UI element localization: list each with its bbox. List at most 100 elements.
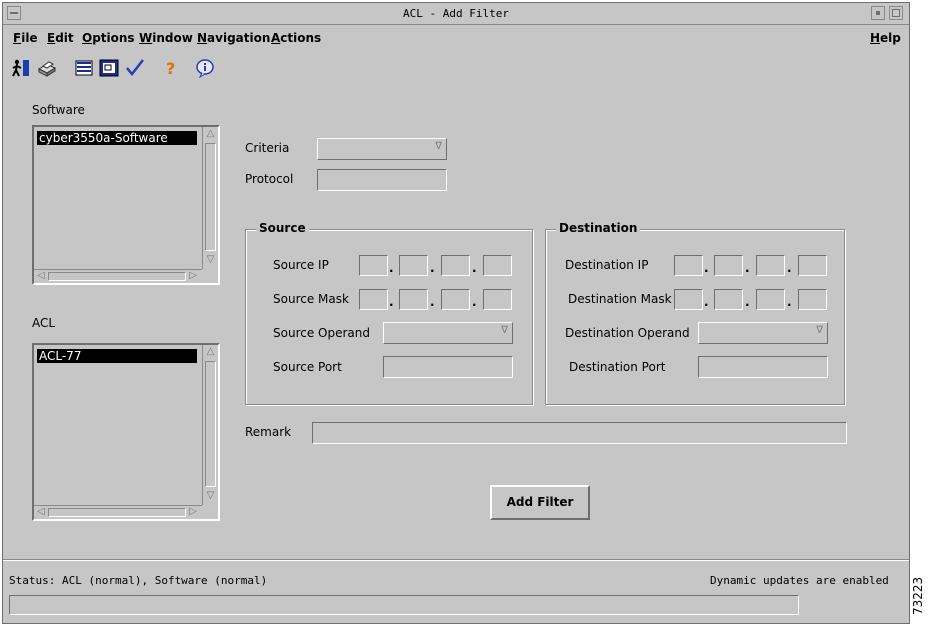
maximize-button[interactable]: [889, 6, 903, 20]
minimize-icon: [876, 11, 880, 15]
menu-edit-mnemonic: E: [47, 31, 56, 45]
list-tool-button[interactable]: [73, 57, 95, 79]
scroll-left-icon[interactable]: ◁: [34, 269, 48, 283]
menu-navigation[interactable]: Navigation: [197, 31, 270, 45]
source-ip-octet-4[interactable]: [483, 255, 512, 276]
ip-dot: .: [745, 295, 750, 309]
source-ip-octet-3[interactable]: [441, 255, 470, 276]
menu-file[interactable]: File: [13, 31, 38, 45]
acl-horizontal-scrollbar[interactable]: ◁ ▷: [34, 505, 202, 519]
menu-file-label: ile: [21, 31, 38, 45]
chevron-down-icon: ∇: [435, 141, 442, 152]
title-bar[interactable]: ACL - Add Filter: [3, 3, 909, 25]
menu-actions-label: ctions: [280, 31, 322, 45]
add-filter-button[interactable]: Add Filter: [490, 485, 590, 520]
menu-edit[interactable]: Edit: [47, 31, 74, 45]
ip-dot: .: [787, 261, 792, 275]
software-list[interactable]: cyber3550a-Software △ ▽ ◁ ▷: [32, 125, 220, 285]
help-tool-button[interactable]: ?: [160, 57, 182, 79]
acl-vertical-scrollbar[interactable]: △ ▽: [202, 345, 218, 505]
ip-dot: .: [389, 261, 394, 275]
list-icon: [75, 60, 93, 76]
scroll-thumb[interactable]: [205, 361, 216, 487]
criteria-dropdown[interactable]: ∇: [317, 138, 447, 160]
scroll-thumb[interactable]: [48, 272, 186, 281]
criteria-label: Criteria: [245, 141, 290, 155]
monitor-tool-button[interactable]: [98, 57, 120, 79]
scroll-up-icon[interactable]: △: [203, 345, 218, 359]
destination-operand-label: Destination Operand: [565, 326, 690, 340]
protocol-label: Protocol: [245, 172, 294, 186]
ip-dot: .: [745, 261, 750, 275]
source-mask-octet-4[interactable]: [483, 289, 512, 310]
acl-list[interactable]: ACL-77 △ ▽ ◁ ▷: [32, 343, 220, 521]
minimize-button[interactable]: [871, 6, 885, 20]
ip-dot: .: [430, 295, 435, 309]
scroll-right-icon[interactable]: ▷: [186, 505, 200, 519]
checkmark-icon: [126, 59, 144, 76]
destination-ip-octet-3[interactable]: [756, 255, 785, 276]
destination-mask-label: Destination Mask: [568, 292, 672, 306]
info-icon: [196, 59, 214, 79]
scroll-thumb[interactable]: [48, 508, 186, 517]
software-horizontal-scrollbar[interactable]: ◁ ▷: [34, 269, 202, 283]
destination-mask-octet-2[interactable]: [714, 289, 743, 310]
list-item[interactable]: ACL-77: [37, 349, 197, 363]
destination-mask-octet-1[interactable]: [674, 289, 703, 310]
svg-text:?: ?: [166, 59, 175, 78]
software-vertical-scrollbar[interactable]: △ ▽: [202, 127, 218, 269]
remark-label: Remark: [245, 425, 292, 439]
source-group-title: Source: [256, 221, 309, 235]
menu-navigation-mnemonic: N: [197, 31, 208, 45]
menu-actions-mnemonic: A: [271, 31, 281, 45]
window-title: ACL - Add Filter: [403, 7, 509, 20]
dynamic-updates-text: Dynamic updates are enabled: [710, 574, 889, 587]
destination-port-label: Destination Port: [569, 360, 666, 374]
scroll-up-icon[interactable]: △: [203, 127, 218, 141]
source-mask-octet-2[interactable]: [399, 289, 428, 310]
destination-ip-octet-2[interactable]: [714, 255, 743, 276]
source-mask-label: Source Mask: [273, 292, 349, 306]
info-tool-button[interactable]: [194, 57, 216, 79]
destination-ip-label: Destination IP: [565, 258, 649, 272]
scroll-left-icon[interactable]: ◁: [34, 505, 48, 519]
help-icon: ?: [166, 59, 175, 78]
source-mask-octet-3[interactable]: [441, 289, 470, 310]
source-port-field[interactable]: [383, 356, 513, 378]
destination-operand-dropdown[interactable]: ∇: [698, 322, 828, 344]
status-separator: [3, 559, 909, 561]
menu-options[interactable]: Options: [82, 31, 135, 45]
destination-mask-octet-4[interactable]: [798, 289, 827, 310]
exit-tool-button[interactable]: [10, 57, 32, 79]
list-item[interactable]: cyber3550a-Software: [37, 131, 197, 145]
protocol-field[interactable]: [317, 169, 447, 191]
destination-mask-octet-3[interactable]: [756, 289, 785, 310]
destination-ip-octet-4[interactable]: [798, 255, 827, 276]
scroll-down-icon[interactable]: ▽: [203, 253, 218, 267]
chevron-down-icon: ∇: [816, 325, 823, 336]
destination-ip-octet-1[interactable]: [674, 255, 703, 276]
scroll-down-icon[interactable]: ▽: [203, 489, 218, 503]
chevron-down-icon: ∇: [501, 325, 508, 336]
ip-dot: .: [472, 295, 477, 309]
source-mask-octet-1[interactable]: [359, 289, 388, 310]
ip-dot: .: [787, 295, 792, 309]
destination-port-field[interactable]: [698, 356, 828, 378]
ip-dot: .: [389, 295, 394, 309]
print-tool-button[interactable]: [36, 57, 58, 79]
menu-window-label: indow: [152, 31, 193, 45]
menu-help-mnemonic: H: [870, 31, 881, 45]
remark-field[interactable]: [312, 422, 847, 444]
menu-window-mnemonic: W: [139, 31, 153, 45]
source-operand-dropdown[interactable]: ∇: [383, 322, 513, 344]
ip-dot: .: [704, 261, 709, 275]
menu-help[interactable]: Help: [870, 31, 901, 45]
scroll-right-icon[interactable]: ▷: [186, 269, 200, 283]
source-ip-octet-1[interactable]: [359, 255, 388, 276]
verify-tool-button[interactable]: [124, 57, 146, 79]
scroll-thumb[interactable]: [205, 143, 216, 251]
source-ip-octet-2[interactable]: [399, 255, 428, 276]
menu-window[interactable]: Window: [139, 31, 193, 45]
maximize-icon: [892, 9, 900, 17]
menu-actions[interactable]: Actions: [271, 31, 321, 45]
